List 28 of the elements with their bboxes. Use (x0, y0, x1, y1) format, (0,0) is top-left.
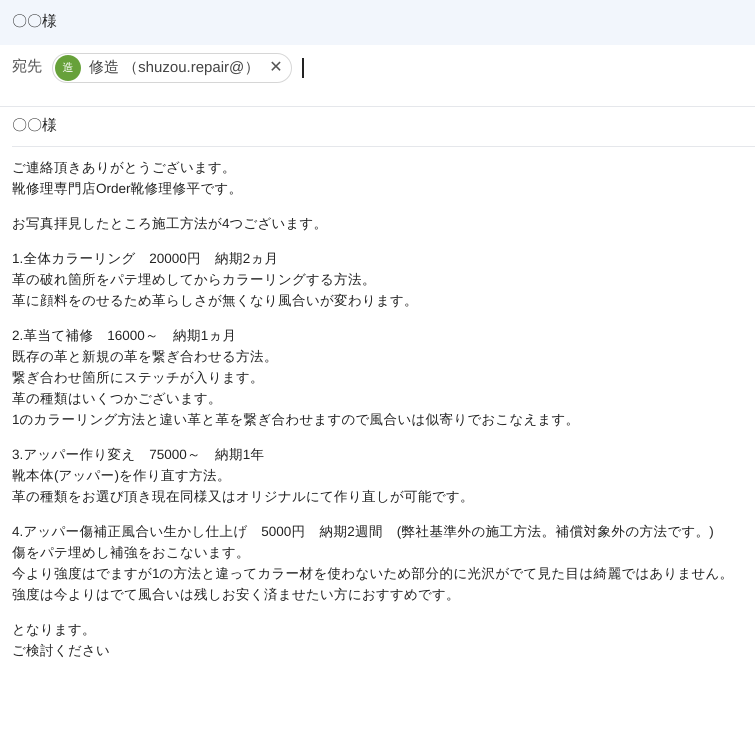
body-line: 今より強度はでますが1の方法と違ってカラー材を使わないため部分的に光沢がでて見た目は綺麗ではありません。 (12, 565, 735, 583)
body-line: 強度は今よりはでて風合いは残しお安く済ませたい方におすすめです。 (12, 586, 461, 604)
body-line: ご連絡頂きありがとうございます。 (12, 159, 237, 177)
body-line: 4.アッパー傷補正風合い生かし仕上げ 5000円 納期2週間 (弊社基準外の施工方法。補償対象外の方法です。) (12, 523, 715, 541)
body-line: 傷をパテ埋めし補強をおこないます。 (12, 544, 251, 562)
body-line: 靴修理専門店Order靴修理修平です。 (12, 180, 244, 198)
recipient-chip[interactable]: 造 修造 （shuzou.repair@） ✕ (52, 53, 292, 83)
close-button[interactable]: ✕ (267, 60, 285, 76)
body-line: となります。 (12, 621, 97, 639)
body-line: 靴本体(アッパー)を作り直す方法。 (12, 467, 232, 485)
text-cursor (302, 58, 304, 78)
body-line: お写真拝見したところ施工方法が4つございます。 (12, 215, 329, 233)
recipient-label: 宛先 (12, 57, 42, 77)
subject-text: 〇〇様 (12, 116, 57, 136)
body-line: 既存の革と新規の革を繋ぎ合わせる方法。 (12, 348, 279, 366)
body-line: 1のカラーリング方法と違い革と革を繋ぎ合わせますので風合いは似寄りでおこなえます。 (12, 411, 581, 429)
body-line: 革の破れ箇所をパテ埋めしてからカラーリングする方法。 (12, 271, 377, 289)
body-line: 1.全体カラーリング 20000円 納期2ヵ月 (12, 250, 280, 268)
avatar: 造 (55, 55, 81, 81)
body-line: ご検討ください (12, 642, 111, 660)
body-line: 革の種類をお選び頂き現在同様又はオリジナルにて作り直しが可能です。 (12, 488, 475, 506)
recipient-name: 修造 （shuzou.repair@） (89, 58, 260, 78)
body-line: 3.アッパー作り変え 75000～ 納期1年 (12, 446, 266, 464)
body-line: 革に顔料をのせるため革らしさが無くなり風合いが変わります。 (12, 292, 419, 310)
body-line: 2.革当て補修 16000～ 納期1ヵ月 (12, 327, 238, 345)
window-title: 〇〇様 (12, 12, 57, 32)
body-line: 繋ぎ合わせ箇所にステッチが入ります。 (12, 369, 265, 387)
body-line: 革の種類はいくつかございます。 (12, 390, 223, 408)
